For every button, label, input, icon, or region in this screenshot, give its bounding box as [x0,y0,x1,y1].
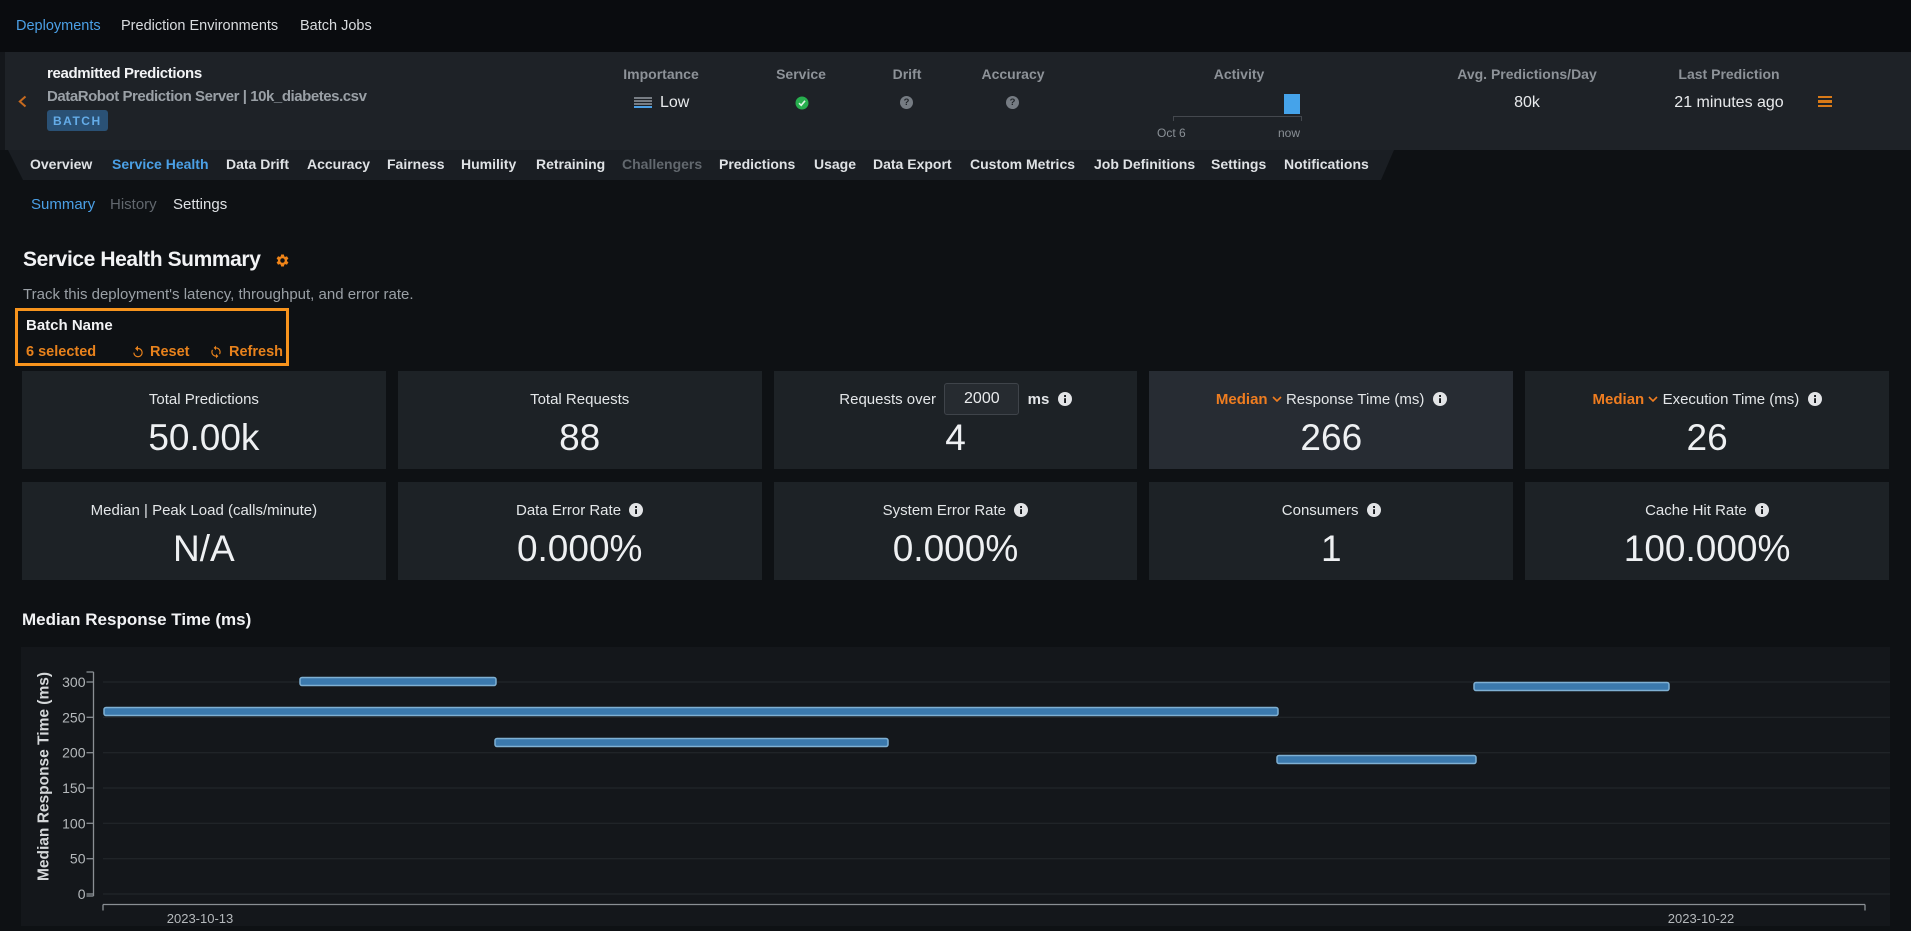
svg-text:100: 100 [62,815,86,831]
svg-text:2023-10-13: 2023-10-13 [167,911,234,926]
svg-text:0: 0 [78,886,86,902]
svg-text:Median Response Time (ms): Median Response Time (ms) [36,672,53,881]
svg-text:200: 200 [62,745,86,761]
svg-text:300: 300 [62,674,86,690]
svg-text:2023-10-22: 2023-10-22 [1668,911,1735,926]
svg-text:50: 50 [70,851,86,867]
svg-text:250: 250 [62,709,86,725]
svg-text:150: 150 [62,780,86,796]
